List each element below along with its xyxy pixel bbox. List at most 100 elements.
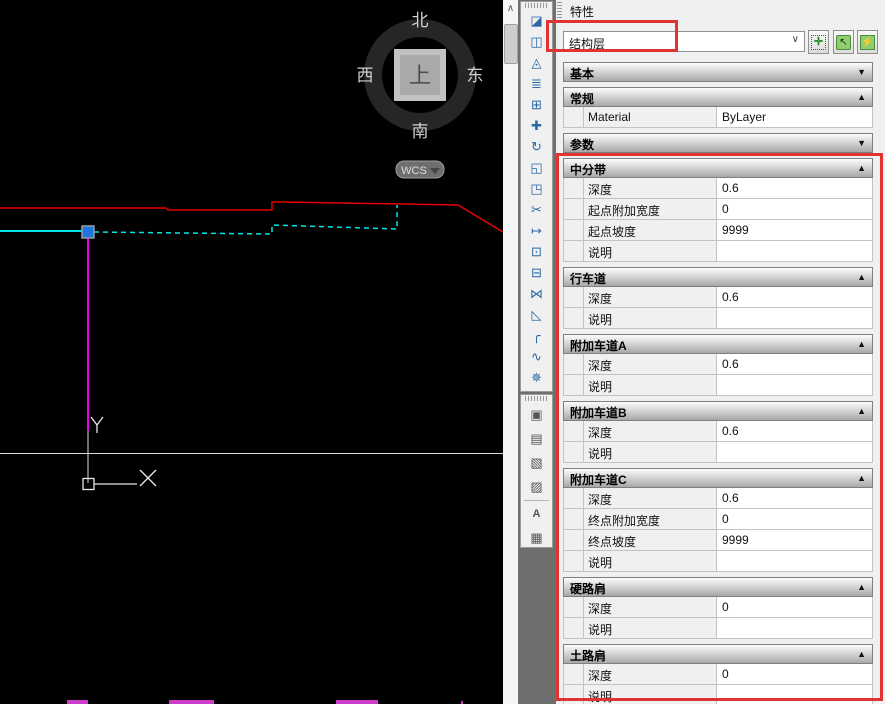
section-title: 常规 bbox=[570, 90, 594, 107]
compass-east-label[interactable]: 东 bbox=[467, 66, 484, 85]
break-at-point-icon[interactable]: ⊡ bbox=[521, 241, 552, 262]
rotate-icon[interactable]: ↻ bbox=[521, 136, 552, 157]
select-objects-button[interactable]: ↖ bbox=[833, 30, 854, 54]
section-header[interactable]: 附加车道A ▲ bbox=[563, 334, 873, 354]
collapse-arrow-icon[interactable]: ▲ bbox=[857, 163, 866, 173]
send-to-back-icon[interactable]: ▤ bbox=[521, 427, 552, 451]
toolbar-grip[interactable] bbox=[525, 3, 548, 8]
section-header[interactable]: 基本 ▼ bbox=[563, 62, 873, 82]
section-marker[interactable] bbox=[169, 700, 214, 704]
chamfer-icon[interactable]: ◺ bbox=[521, 304, 552, 325]
compass-north-label[interactable]: 北 bbox=[412, 11, 429, 30]
property-value-field[interactable]: 9999 bbox=[716, 530, 873, 551]
section-hard-shoulder: 硬路肩 ▲ 深度 0 说明 bbox=[563, 577, 873, 639]
selection-grip[interactable] bbox=[82, 226, 94, 238]
collapse-arrow-icon[interactable]: ▲ bbox=[857, 649, 866, 659]
mirror-icon[interactable]: ◬ bbox=[521, 52, 552, 73]
explode-icon[interactable]: ✵ bbox=[521, 367, 552, 388]
collapse-arrow-icon[interactable]: ▼ bbox=[857, 138, 866, 148]
property-value-field[interactable]: 0.6 bbox=[716, 421, 873, 442]
offset-icon[interactable]: ≣ bbox=[521, 73, 552, 94]
palette-scrollbar[interactable]: ∧ bbox=[503, 0, 518, 704]
section-header[interactable]: 土路肩 ▲ bbox=[563, 644, 873, 664]
property-value-field[interactable]: 0.6 bbox=[716, 488, 873, 509]
fillet-icon[interactable]: ╭ bbox=[521, 325, 552, 346]
property-label: 深度 bbox=[583, 664, 716, 685]
object-type-dropdown[interactable]: 结构层 ∨ bbox=[563, 31, 805, 52]
compass-west-label[interactable]: 西 bbox=[357, 66, 374, 85]
collapse-arrow-icon[interactable]: ▲ bbox=[857, 339, 866, 349]
property-value-field[interactable] bbox=[716, 241, 873, 262]
scroll-up-arrow-icon[interactable]: ∧ bbox=[503, 2, 518, 16]
section-header[interactable]: 常规 ▲ bbox=[563, 87, 873, 107]
wcs-label[interactable]: WCS bbox=[401, 165, 427, 177]
property-value-field[interactable]: 0.6 bbox=[716, 178, 873, 199]
send-under-objects-icon[interactable]: ▨ bbox=[521, 475, 552, 499]
quick-select-icon: ⚡ bbox=[860, 35, 875, 50]
property-value-field[interactable] bbox=[716, 685, 873, 704]
property-value-field[interactable]: 0 bbox=[716, 509, 873, 530]
property-value-field[interactable]: 9999 bbox=[716, 220, 873, 241]
section-marker[interactable] bbox=[67, 700, 88, 704]
section-header[interactable]: 参数 ▼ bbox=[563, 133, 873, 153]
palette-title: 特性 bbox=[570, 3, 594, 20]
section-header[interactable]: 硬路肩 ▲ bbox=[563, 577, 873, 597]
stretch-icon[interactable]: ◳ bbox=[521, 178, 552, 199]
property-row: 说明 bbox=[563, 551, 873, 572]
collapse-arrow-icon[interactable]: ▲ bbox=[857, 406, 866, 416]
viewcube-compass[interactable]: 北 南 西 东 上 bbox=[357, 11, 484, 141]
bring-above-objects-icon[interactable]: ▧ bbox=[521, 451, 552, 475]
property-value-field[interactable] bbox=[716, 442, 873, 463]
section-header[interactable]: 附加车道B ▲ bbox=[563, 401, 873, 421]
collapse-arrow-icon[interactable]: ▼ bbox=[857, 67, 866, 77]
hatch-to-back-icon[interactable]: ▦ bbox=[521, 526, 552, 550]
property-value-field[interactable]: 0 bbox=[716, 597, 873, 618]
property-row: 深度 0 bbox=[563, 664, 873, 685]
chevron-down-icon[interactable]: ∨ bbox=[792, 34, 799, 45]
blend-curves-icon[interactable]: ∿ bbox=[521, 346, 552, 367]
section-header[interactable]: 附加车道C ▲ bbox=[563, 468, 873, 488]
property-value-field[interactable] bbox=[716, 308, 873, 329]
red-profile-polyline[interactable] bbox=[0, 202, 503, 232]
collapse-arrow-icon[interactable]: ▲ bbox=[857, 272, 866, 282]
property-value-field[interactable] bbox=[716, 551, 873, 572]
move-icon[interactable]: ✚ bbox=[521, 115, 552, 136]
scale-icon[interactable]: ◱ bbox=[521, 157, 552, 178]
palette-titlebar[interactable]: 特性 bbox=[556, 0, 885, 20]
property-value-field[interactable]: ByLayer bbox=[716, 107, 873, 128]
compass-south-label[interactable]: 南 bbox=[412, 122, 429, 141]
collapse-arrow-icon[interactable]: ▲ bbox=[857, 92, 866, 102]
section-header[interactable]: 中分带 ▲ bbox=[563, 158, 873, 178]
text-to-front-icon[interactable]: A bbox=[521, 502, 552, 526]
toggle-pickadd-button[interactable]: ✛ bbox=[808, 30, 829, 54]
extend-icon[interactable]: ↦ bbox=[521, 220, 552, 241]
break-icon[interactable]: ⊟ bbox=[521, 262, 552, 283]
row-indent bbox=[563, 685, 583, 704]
section-marker[interactable] bbox=[336, 700, 378, 704]
trim-icon[interactable]: ✂ bbox=[521, 199, 552, 220]
quick-select-button[interactable]: ⚡ bbox=[857, 30, 878, 54]
wcs-menu[interactable]: WCS bbox=[396, 161, 444, 178]
erase-icon[interactable]: ◪ bbox=[521, 10, 552, 31]
array-icon[interactable]: ⊞ bbox=[521, 94, 552, 115]
property-value-field[interactable]: 0 bbox=[716, 664, 873, 685]
section-header[interactable]: 行车道 ▲ bbox=[563, 267, 873, 287]
join-icon[interactable]: ⋈ bbox=[521, 283, 552, 304]
drawing-canvas[interactable]: 北 南 西 东 上 WCS bbox=[0, 0, 503, 704]
property-value-field[interactable] bbox=[716, 375, 873, 396]
palette-grip[interactable] bbox=[557, 2, 562, 18]
section-title: 土路肩 bbox=[570, 647, 606, 664]
property-value-field[interactable]: 0.6 bbox=[716, 287, 873, 308]
property-value-field[interactable]: 0.6 bbox=[716, 354, 873, 375]
property-value-field[interactable] bbox=[716, 618, 873, 639]
copy-icon[interactable]: ◫ bbox=[521, 31, 552, 52]
bring-to-front-icon[interactable]: ▣ bbox=[521, 403, 552, 427]
toolbar-grip[interactable] bbox=[525, 396, 548, 401]
property-label: 深度 bbox=[583, 354, 716, 375]
property-value-field[interactable]: 0 bbox=[716, 199, 873, 220]
viewcube-top-label[interactable]: 上 bbox=[409, 63, 431, 88]
collapse-arrow-icon[interactable]: ▲ bbox=[857, 473, 866, 483]
section-extra-lane-b: 附加车道B ▲ 深度 0.6 说明 bbox=[563, 401, 873, 463]
scrollbar-thumb[interactable] bbox=[504, 24, 518, 64]
collapse-arrow-icon[interactable]: ▲ bbox=[857, 582, 866, 592]
